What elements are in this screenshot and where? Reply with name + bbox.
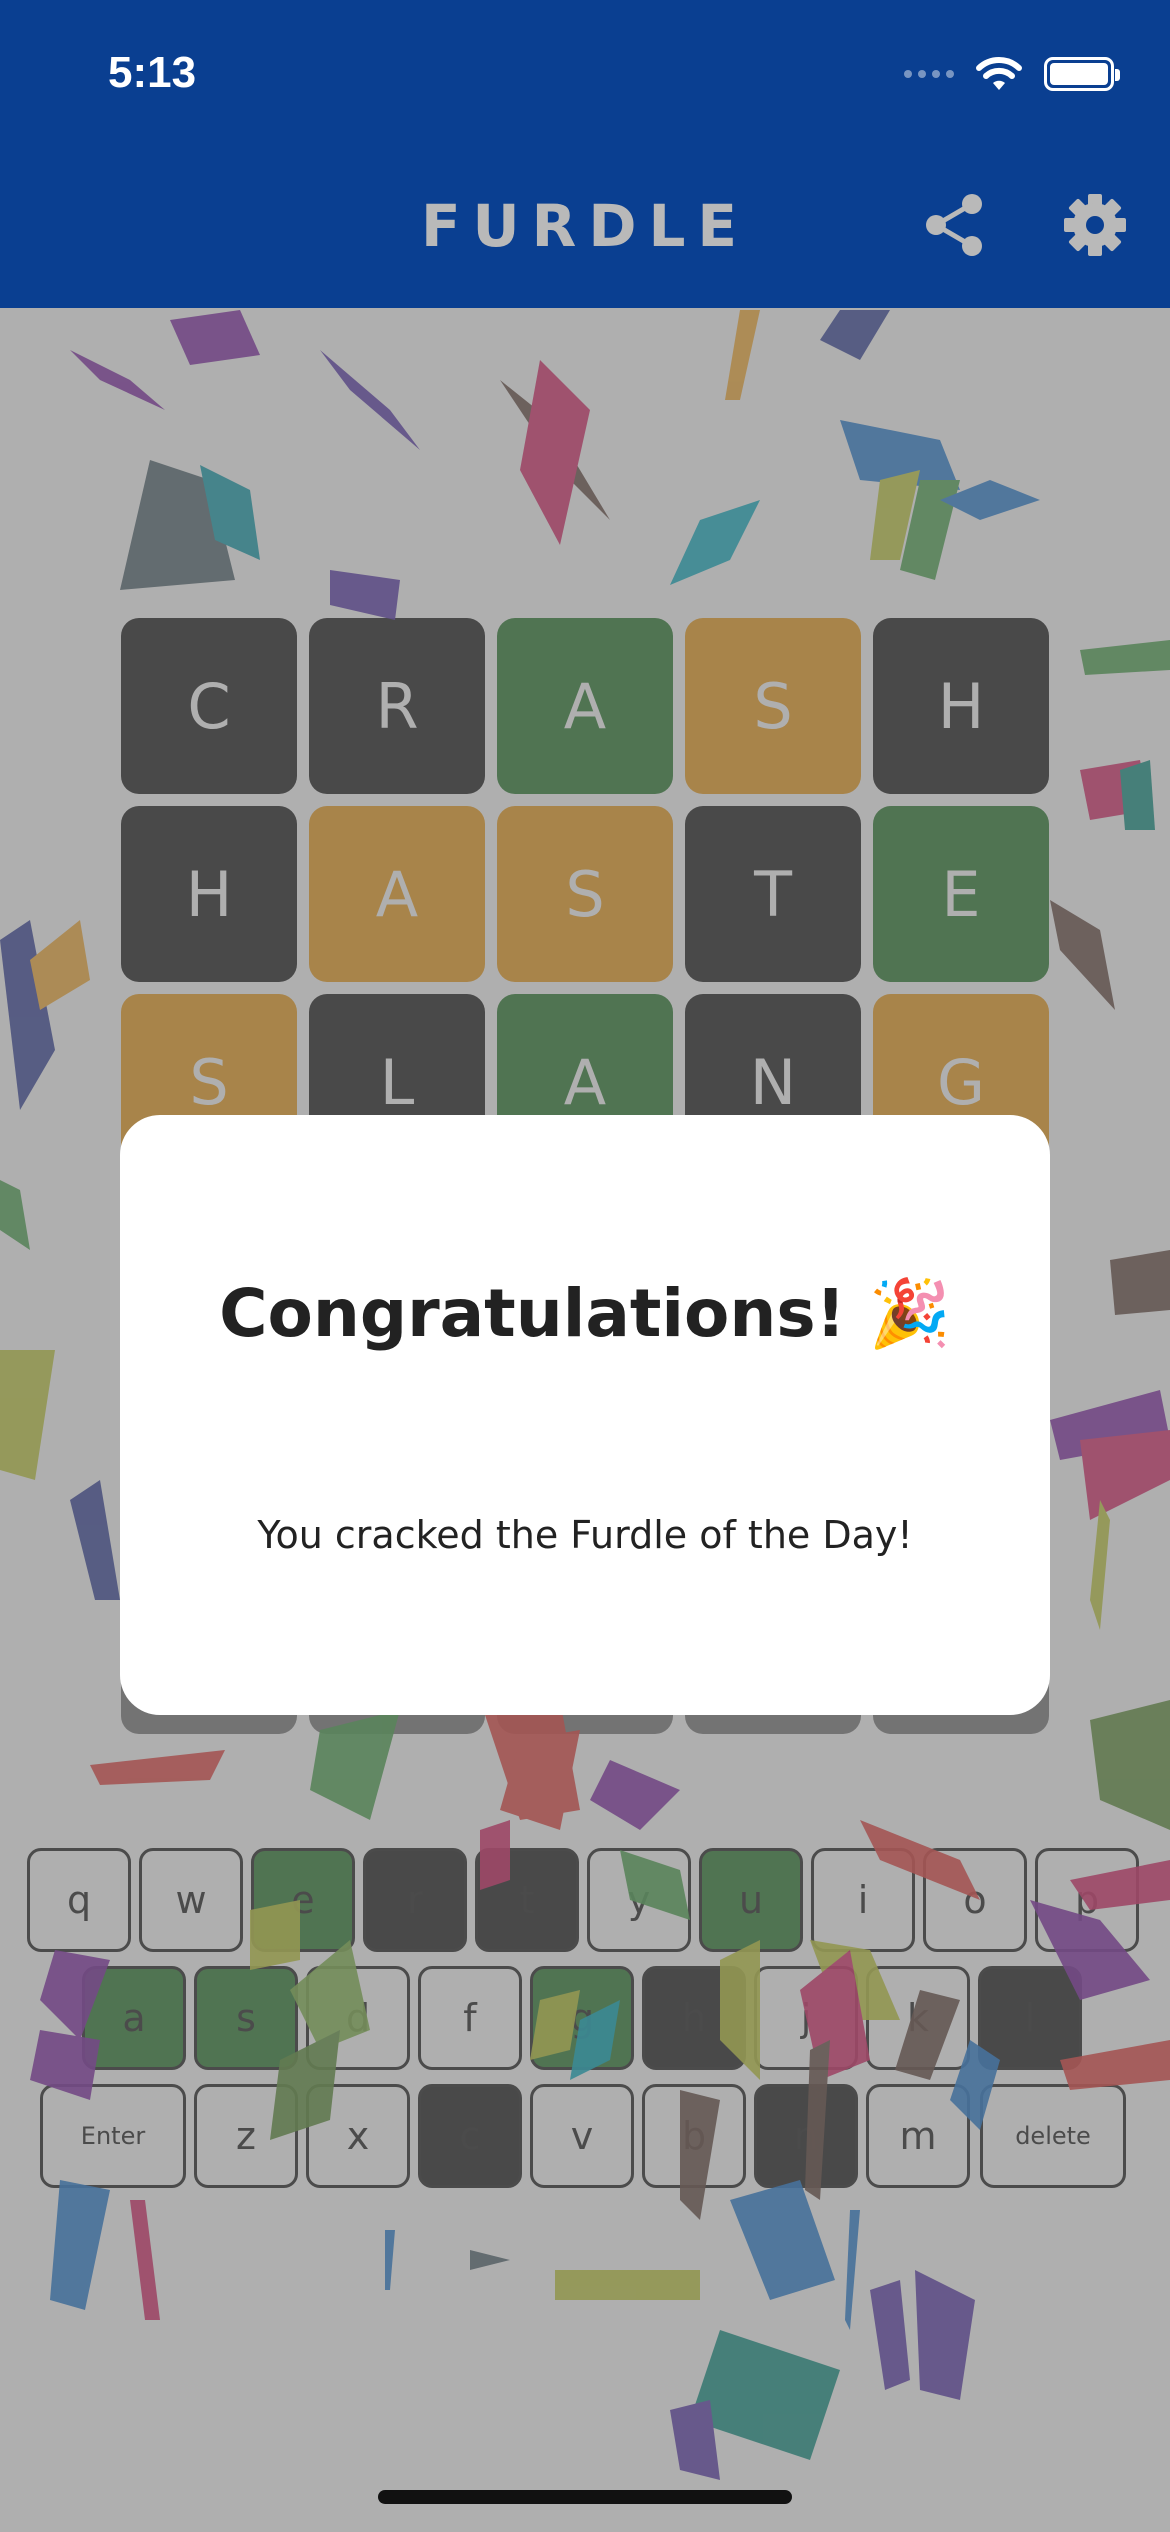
settings-button[interactable] [1060,190,1130,260]
wifi-icon [976,57,1022,90]
battery-icon [1044,57,1120,91]
status-time: 5:13 [108,48,197,97]
gear-icon [1064,194,1126,256]
app-title: FURDLE [420,192,750,260]
cellular-signal-icon [904,70,954,78]
home-indicator[interactable] [378,2490,792,2504]
share-icon [926,194,982,256]
congratulations-dialog: Congratulations! 🎉 You cracked the Furdl… [120,1115,1050,1715]
status-icons [904,54,1120,94]
app-bar: 5:13 FURDLE [0,0,1170,308]
dialog-title: Congratulations! 🎉 [219,1275,951,1352]
dialog-message: You cracked the Furdle of the Day! [257,1513,913,1557]
share-button[interactable] [920,190,990,260]
